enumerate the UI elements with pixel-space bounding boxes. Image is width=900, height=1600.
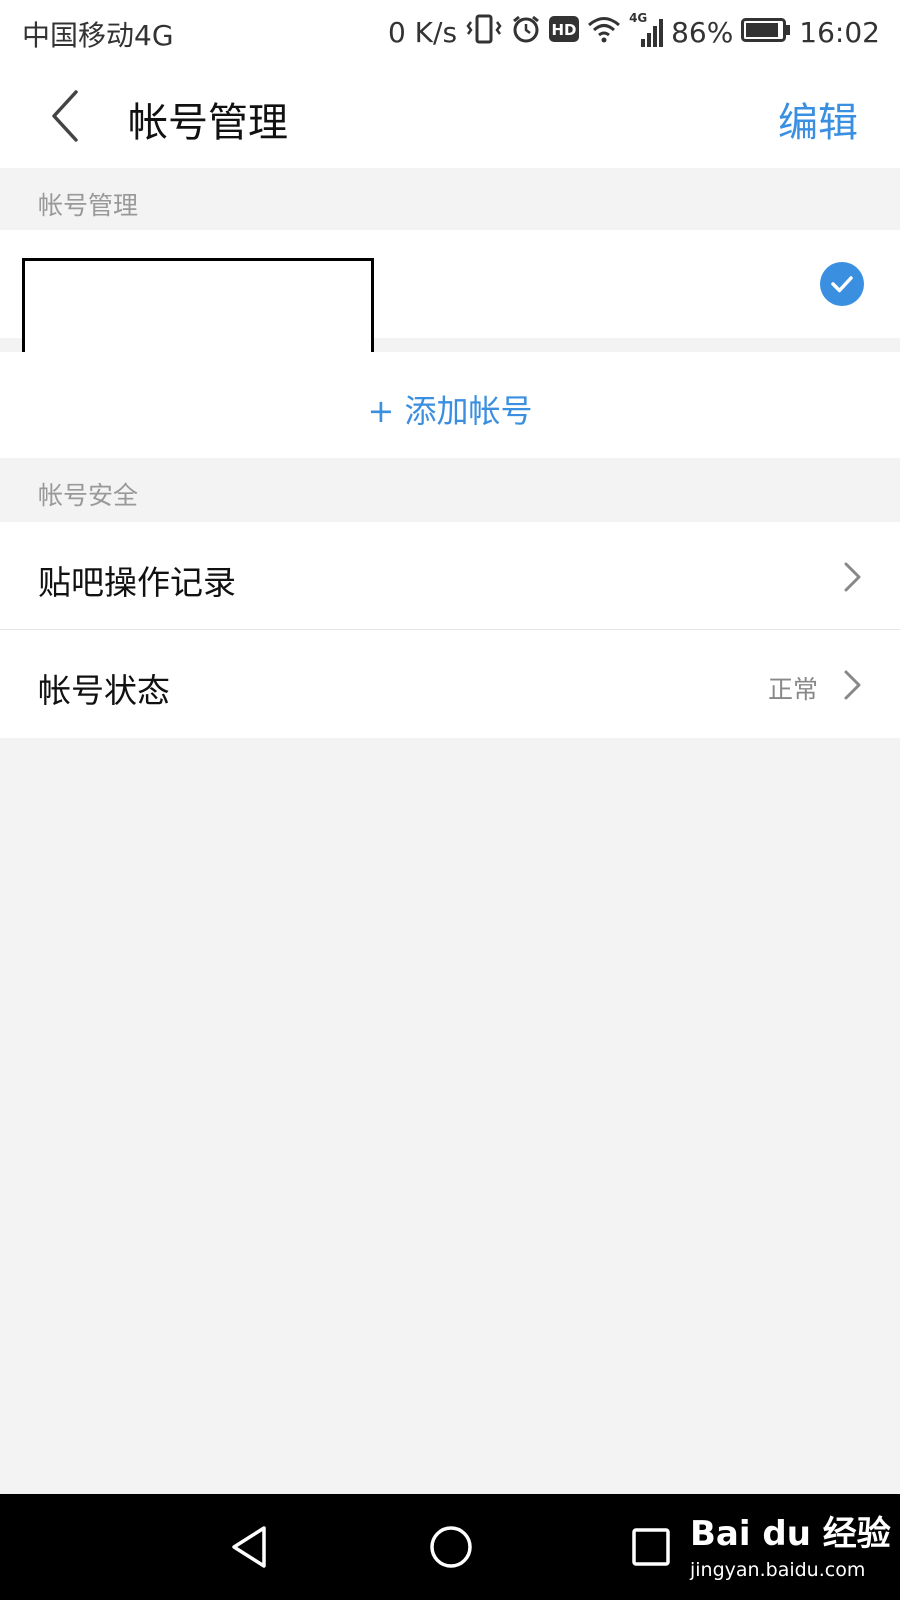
add-account-row[interactable]: + 添加帐号 xyxy=(0,352,900,458)
watermark-brand: Bai du 经验 xyxy=(690,1514,891,1554)
security-menu: 贴吧操作记录 帐号状态 正常 xyxy=(0,522,900,738)
edit-button[interactable]: 编辑 xyxy=(778,90,858,148)
account-status-value: 正常 xyxy=(767,675,818,704)
section-label-account-security: 帐号安全 xyxy=(38,481,139,510)
battery-percent: 86% xyxy=(671,15,734,49)
app-header: 帐号管理 编辑 xyxy=(0,64,900,168)
alarm-icon xyxy=(511,14,541,51)
wifi-icon xyxy=(587,14,621,51)
nav-back-icon[interactable] xyxy=(226,1522,272,1576)
menu-item-account-status[interactable]: 帐号状态 正常 xyxy=(0,630,900,738)
menu-item-operation-log[interactable]: 贴吧操作记录 xyxy=(0,522,900,630)
checkmark-icon xyxy=(820,262,864,306)
back-arrow-icon[interactable] xyxy=(46,86,86,146)
clock: 16:02 xyxy=(799,15,880,49)
section-label-account-management: 帐号管理 xyxy=(38,191,139,220)
carrier-label: 中国移动4G xyxy=(22,19,174,52)
redacted-account-box xyxy=(22,258,374,356)
screen: 中国移动4G 0 K/s HD 4G 86% 16:02 帐号管理 编辑 帐号管… xyxy=(0,0,900,1600)
network-speed: 0 K/s xyxy=(387,15,458,49)
vibrate-icon xyxy=(465,14,503,51)
nav-recents-icon[interactable] xyxy=(628,1522,674,1576)
page-title: 帐号管理 xyxy=(128,100,288,146)
chevron-right-icon xyxy=(842,668,864,702)
baidu-jingyan-watermark: Bai du 经验 jingyan.baidu.com xyxy=(690,1506,891,1581)
menu-item-label: 帐号状态 xyxy=(38,671,170,710)
status-bar: 中国移动4G 0 K/s HD 4G 86% 16:02 xyxy=(0,0,900,64)
system-nav-bar: Bai du 经验 jingyan.baidu.com xyxy=(0,1494,900,1600)
nav-home-icon[interactable] xyxy=(428,1522,474,1576)
menu-item-label: 贴吧操作记录 xyxy=(38,563,236,602)
battery-icon xyxy=(741,16,791,49)
status-icons: 0 K/s HD 4G 86% 16:02 xyxy=(387,11,880,52)
divider xyxy=(0,629,900,630)
signal-icon: 4G xyxy=(629,11,664,49)
chevron-right-icon xyxy=(842,560,864,594)
watermark-url: jingyan.baidu.com xyxy=(690,1559,866,1581)
add-account-button[interactable]: + 添加帐号 xyxy=(0,386,900,432)
hd-icon: HD xyxy=(549,15,580,50)
hd-label: HD xyxy=(552,21,577,39)
